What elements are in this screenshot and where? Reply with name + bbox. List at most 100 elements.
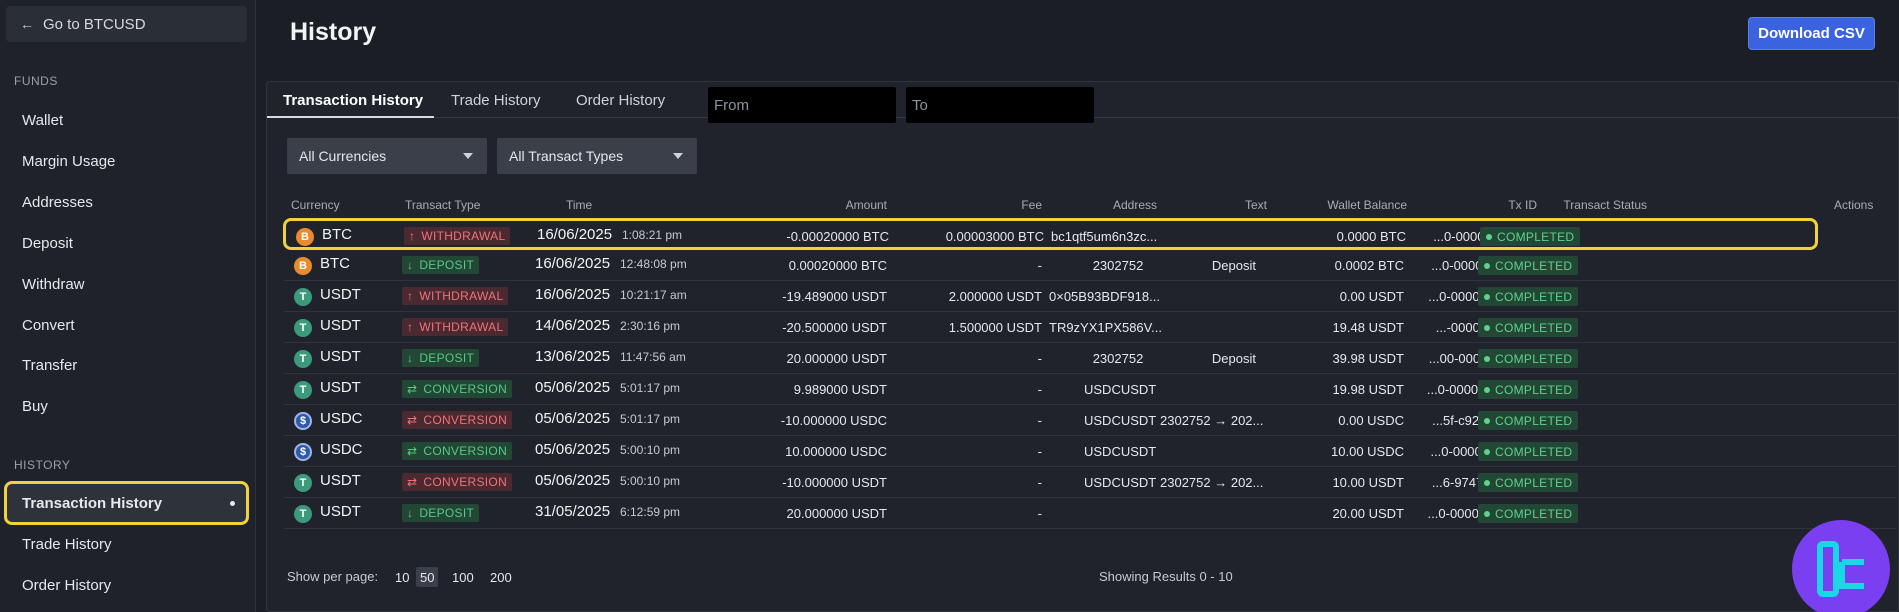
sidebar-item-wallet[interactable]: Wallet: [6, 100, 247, 140]
sidebar-item-convert[interactable]: Convert: [6, 305, 247, 345]
status-dot-icon: [1484, 417, 1490, 424]
time-cell: 6:12:59 pm: [620, 505, 681, 519]
table-row[interactable]: $ USDC ⇄ CONVERSION 05/06/2025 5:00:10 pm 10.0…: [284, 436, 1896, 467]
column-header-tx-id: Tx ID: [1508, 198, 1537, 212]
table-row[interactable]: T USDT ↑ WITHDRAWAL 14/06/2025 2:30:16 pm -20.…: [284, 312, 1896, 343]
history-section-title: HISTORY: [14, 458, 71, 472]
conversion-arrow-icon: ⇄: [407, 382, 418, 396]
sidebar-item-buy[interactable]: Buy: [6, 386, 247, 426]
transact-type-badge: ⇄ CONVERSION: [402, 442, 513, 460]
table-row[interactable]: T USDT ↑ WITHDRAWAL 16/06/2025 10:21:17 am -19…: [284, 281, 1896, 312]
date-cell: 31/05/2025: [535, 503, 611, 520]
column-header-fee: Fee: [1021, 198, 1042, 212]
tab-order-history[interactable]: Order History: [576, 92, 665, 109]
transact-type-badge: ↑ WITHDRAWAL: [402, 318, 509, 336]
amount-cell: -10.000000 USDC: [780, 413, 887, 428]
tab-transaction-history[interactable]: Transaction History: [283, 92, 423, 109]
usdt-coin-icon: T: [294, 474, 312, 492]
status-label: COMPLETED: [1495, 320, 1573, 335]
brand-logo-icon: [1817, 541, 1864, 597]
caret-down-icon: [673, 153, 683, 159]
transact-type-label: CONVERSION: [423, 475, 508, 489]
from-date-placeholder: From: [714, 96, 749, 114]
deposit-arrow-icon: ↓: [407, 506, 414, 520]
table-row[interactable]: B BTC ↓ DEPOSIT 16/06/2025 12:48:08 pm 0.00020…: [284, 250, 1896, 281]
arrow-left-icon: ←: [20, 16, 34, 32]
status-badge: COMPLETED: [1478, 473, 1579, 492]
status-badge: COMPLETED: [1478, 504, 1579, 523]
date-cell: 16/06/2025: [537, 226, 613, 243]
btc-coin-icon: B: [296, 228, 314, 246]
column-header-amount: Amount: [845, 198, 887, 212]
usdt-coin-icon: T: [294, 319, 312, 337]
per-page-option-50[interactable]: 50: [416, 567, 439, 587]
status-badge: COMPLETED: [1478, 287, 1579, 306]
address-cell: bc1qtf5um6n3zc...: [1051, 229, 1158, 244]
brand-logo: [1792, 520, 1890, 612]
active-dot-icon: [230, 501, 235, 506]
sidebar-item-withdraw[interactable]: Withdraw: [6, 264, 247, 304]
status-label: COMPLETED: [1495, 444, 1573, 459]
table-row[interactable]: T USDT ↓ DEPOSIT 13/06/2025 11:47:56 am 20.000…: [284, 343, 1896, 374]
sidebar-item-transaction-history[interactable]: Transaction History: [4, 481, 249, 525]
text-cell: Deposit: [1211, 258, 1256, 273]
currency-select[interactable]: All Currencies: [287, 138, 487, 174]
date-cell: 16/06/2025: [535, 286, 611, 303]
text-cell: 2302752 → 202...: [1160, 413, 1264, 428]
wallet-balance-cell: 0.0000 BTC: [1336, 229, 1406, 244]
column-header-actions: Actions: [1834, 198, 1874, 212]
column-header-time: Time: [566, 198, 593, 212]
sidebar-item-order-history[interactable]: Order History: [6, 565, 247, 605]
per-page-option-10[interactable]: 10: [391, 567, 413, 587]
table-row[interactable]: T USDT ↓ DEPOSIT 31/05/2025 6:12:59 pm 20.0000…: [284, 498, 1896, 529]
transact-type-badge: ⇄ CONVERSION: [402, 380, 513, 398]
currency-cell: BTC: [322, 226, 352, 243]
date-cell: 05/06/2025: [535, 410, 611, 427]
fee-cell: 0.00003000 BTC: [945, 229, 1044, 244]
usdc-coin-icon: $: [294, 443, 312, 461]
per-page-option-200[interactable]: 200: [486, 567, 516, 587]
btc-coin-icon: B: [294, 257, 312, 275]
amount-cell: -20.500000 USDT: [782, 320, 887, 335]
per-page-option-100[interactable]: 100: [448, 567, 478, 587]
results-count: Showing Results 0 - 10: [1099, 569, 1233, 584]
status-badge: COMPLETED: [1478, 380, 1579, 399]
date-cell: 05/06/2025: [535, 379, 611, 396]
tab-trade-history[interactable]: Trade History: [451, 92, 540, 109]
address-cell: 2302752: [1092, 258, 1144, 273]
conversion-arrow-icon: ⇄: [407, 413, 418, 427]
sidebar-item-trade-history[interactable]: Trade History: [6, 524, 247, 564]
currency-cell: USDC: [320, 441, 363, 458]
time-cell: 12:48:08 pm: [620, 257, 687, 271]
time-cell: 5:01:17 pm: [620, 412, 681, 426]
amount-cell: 20.000000 USDT: [786, 506, 887, 521]
sidebar-item-transfer[interactable]: Transfer: [6, 345, 247, 385]
table-row[interactable]: $ USDC ⇄ CONVERSION 05/06/2025 5:01:17 pm -10.…: [284, 405, 1896, 436]
status-dot-icon: [1484, 355, 1490, 362]
usdc-coin-icon: $: [294, 412, 312, 430]
table-row[interactable]: T USDT ⇄ CONVERSION 05/06/2025 5:01:17 pm 9.98…: [284, 374, 1896, 405]
to-date-input[interactable]: To: [906, 87, 1094, 123]
download-csv-button[interactable]: Download CSV: [1748, 17, 1875, 50]
deposit-arrow-icon: ↓: [407, 351, 414, 365]
sidebar-item-addresses[interactable]: Addresses: [6, 182, 247, 222]
amount-cell: 20.000000 USDT: [786, 351, 887, 366]
column-header-currency: Currency: [291, 198, 340, 212]
column-header-wallet-balance: Wallet Balance: [1327, 198, 1407, 212]
pager-label: Show per page:: [287, 569, 379, 584]
withdrawal-arrow-icon: ↑: [409, 229, 416, 243]
date-cell: 13/06/2025: [535, 348, 611, 365]
caret-down-icon: [463, 153, 473, 159]
transact-type-select[interactable]: All Transact Types: [497, 138, 697, 174]
wallet-balance-cell: 0.00 USDT: [1339, 289, 1404, 304]
table-row[interactable]: B BTC ↑ WITHDRAWAL 16/06/2025 1:08:21 pm -0.00…: [283, 218, 1818, 250]
table-row[interactable]: T USDT ⇄ CONVERSION 05/06/2025 5:00:10 pm -10.…: [284, 467, 1896, 498]
sidebar-item-margin-usage[interactable]: Margin Usage: [6, 141, 247, 181]
go-to-market-button[interactable]: ← Go to BTCUSD: [6, 6, 247, 42]
transact-type-label: WITHDRAWAL: [419, 289, 504, 303]
transact-type-badge: ↑ WITHDRAWAL: [402, 287, 509, 305]
sidebar-item-deposit[interactable]: Deposit: [6, 223, 247, 263]
fee-cell: -: [1037, 506, 1042, 521]
fee-cell: -: [1037, 382, 1042, 397]
from-date-input[interactable]: From: [708, 87, 896, 123]
